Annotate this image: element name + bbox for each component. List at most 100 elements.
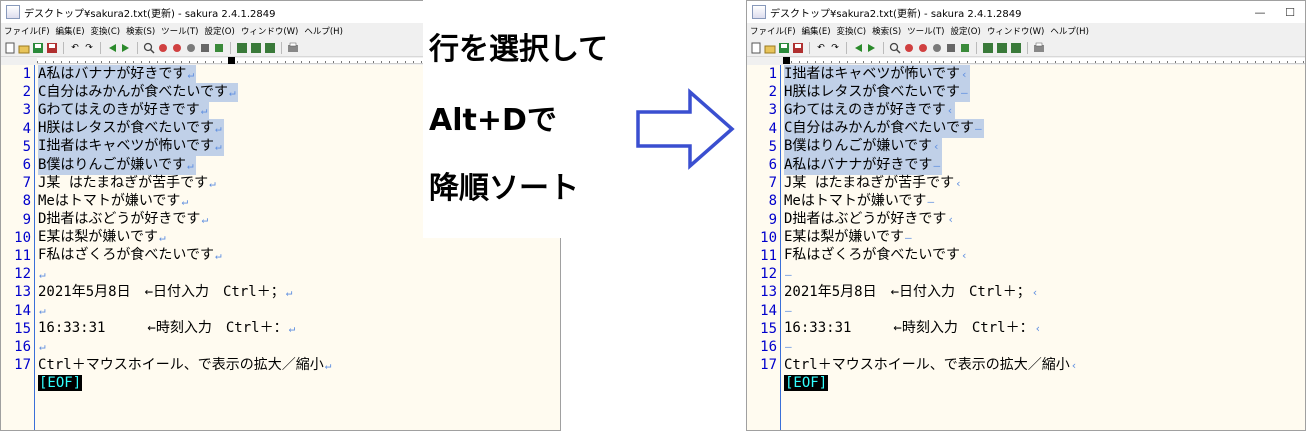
outline-icon[interactable]: [982, 42, 994, 54]
new-file-icon[interactable]: [4, 42, 16, 54]
grep-icon[interactable]: [199, 42, 211, 54]
line-text[interactable]: ↵: [38, 301, 48, 320]
menu-convert[interactable]: 変換(C): [91, 25, 121, 37]
line-text[interactable]: Ctrl＋マウスホイール、で表示の拡大／縮小‹: [784, 356, 1079, 375]
editor-line[interactable]: 13 2021年5月8日 ←日付入力 Ctrl＋；↵: [1, 283, 560, 301]
grep-icon[interactable]: [945, 42, 957, 54]
line-text[interactable]: A私はバナナが好きです↵: [38, 64, 197, 84]
line-text[interactable]: H朕はレタスが食べたいです–: [784, 82, 970, 102]
search-next-icon[interactable]: [917, 42, 929, 54]
text-editor-area[interactable]: 1 I拙者はキャベツが怖いです‹ 2 H朕はレタスが食べたいです– 3 Gわてはえのきが好…: [747, 64, 1305, 430]
menu-convert[interactable]: 変換(C): [837, 25, 867, 37]
line-text[interactable]: H朕はレタスが食べたいです↵: [38, 119, 224, 139]
print-icon[interactable]: [1033, 42, 1045, 54]
editor-line[interactable]: 6 A私はバナナが好きです–: [747, 155, 1305, 175]
line-text[interactable]: F私はざくろが食べたいです↵: [38, 246, 224, 265]
editor-line[interactable]: 16 ↵: [1, 338, 560, 356]
line-text[interactable]: –: [784, 301, 794, 320]
editor-line[interactable]: 12 ↵: [1, 265, 560, 283]
open-folder-icon[interactable]: [18, 42, 30, 54]
save-as-icon[interactable]: [792, 42, 804, 54]
line-text[interactable]: Ctrl＋マウスホイール、で表示の拡大／縮小↵: [38, 356, 333, 375]
print-icon[interactable]: [287, 42, 299, 54]
menu-window[interactable]: ウィンドウ(W): [241, 25, 299, 37]
search-icon[interactable]: [889, 42, 901, 54]
line-text[interactable]: D拙者はぶどうが好きです‹: [784, 210, 956, 229]
search-icon[interactable]: [143, 42, 155, 54]
editor-line[interactable]: 11 F私はざくろが食べたいです‹: [747, 247, 1305, 265]
search-prev-icon[interactable]: [157, 42, 169, 54]
menu-tools[interactable]: ツール(T): [161, 25, 198, 37]
line-text[interactable]: ↵: [38, 265, 48, 284]
editor-line[interactable]: 2 H朕はレタスが食べたいです–: [747, 82, 1305, 102]
replace-icon[interactable]: [185, 42, 197, 54]
minimize-icon[interactable]: —: [1245, 1, 1275, 23]
line-text[interactable]: I拙者はキャベツが怖いです‹: [784, 64, 970, 84]
tag-jump-icon[interactable]: [213, 42, 225, 54]
save-icon[interactable]: [32, 42, 44, 54]
line-text[interactable]: 16:33:31 ←時刻入力 Ctrl＋：↵: [38, 319, 297, 338]
editor-line[interactable]: 1 I拙者はキャベツが怖いです‹: [747, 64, 1305, 84]
undo-icon[interactable]: ↶: [69, 42, 81, 54]
line-text[interactable]: –: [784, 265, 794, 284]
compare-icon[interactable]: [996, 42, 1008, 54]
editor-line[interactable]: 16–: [747, 338, 1305, 356]
editor-line[interactable]: 9 D拙者はぶどうが好きです‹: [747, 211, 1305, 229]
editor-line[interactable]: 3 Gわてはえのきが好きです‹: [747, 100, 1305, 120]
editor-line[interactable]: 4 C自分はみかんが食べたいです–: [747, 119, 1305, 139]
menu-tools[interactable]: ツール(T): [907, 25, 944, 37]
line-text[interactable]: J某 はたまねぎが苦手です↵: [38, 174, 218, 193]
editor-line[interactable]: 11 F私はざくろが食べたいです↵: [1, 247, 560, 265]
menu-settings[interactable]: 設定(O): [204, 25, 234, 37]
menu-settings[interactable]: 設定(O): [950, 25, 980, 37]
line-text[interactable]: J某 はたまねぎが苦手です‹: [784, 174, 964, 193]
maximize-icon[interactable]: ☐: [1275, 1, 1305, 23]
menu-file[interactable]: ファイル(F): [750, 25, 796, 37]
editor-line[interactable]: 17 Ctrl＋マウスホイール、で表示の拡大／縮小↵: [1, 356, 560, 374]
undo-icon[interactable]: ↶: [815, 42, 827, 54]
line-text[interactable]: 2021年5月8日 ←日付入力 Ctrl＋；↵: [38, 283, 294, 302]
new-file-icon[interactable]: [750, 42, 762, 54]
search-next-icon[interactable]: [171, 42, 183, 54]
line-text[interactable]: A私はバナナが好きです–: [784, 155, 943, 175]
line-text[interactable]: ↵: [38, 337, 48, 356]
editor-line[interactable]: 14–: [747, 301, 1305, 319]
editor-line[interactable]: 10 E某は梨が嫌いです–: [747, 229, 1305, 247]
redo-icon[interactable]: ↷: [83, 42, 95, 54]
jump-back-icon[interactable]: [852, 42, 864, 54]
line-text[interactable]: 16:33:31 ←時刻入力 Ctrl＋：‹: [784, 319, 1043, 338]
editor-line[interactable]: 15 16:33:31 ←時刻入力 Ctrl＋：↵: [1, 320, 560, 338]
menu-help[interactable]: ヘルプ(H): [1050, 25, 1089, 37]
open-folder-icon[interactable]: [764, 42, 776, 54]
search-prev-icon[interactable]: [903, 42, 915, 54]
line-text[interactable]: D拙者はぶどうが好きです↵: [38, 210, 210, 229]
menu-search[interactable]: 検索(S): [126, 25, 155, 37]
line-text[interactable]: C自分はみかんが食べたいです–: [784, 119, 984, 139]
line-text[interactable]: B僕はりんごが嫌いです‹: [784, 137, 942, 157]
compare-icon[interactable]: [250, 42, 262, 54]
save-as-icon[interactable]: [46, 42, 58, 54]
line-text[interactable]: C自分はみかんが食べたいです↵: [38, 82, 238, 102]
line-text[interactable]: Gわてはえのきが好きです↵: [38, 100, 210, 120]
jump-back-icon[interactable]: [106, 42, 118, 54]
editor-line[interactable]: 5 B僕はりんごが嫌いです‹: [747, 137, 1305, 157]
settings-icon[interactable]: [264, 42, 276, 54]
editor-line[interactable]: 14 ↵: [1, 301, 560, 319]
editor-line[interactable]: 8 Meはトマトが嫌いです–: [747, 192, 1305, 210]
outline-icon[interactable]: [236, 42, 248, 54]
tag-jump-icon[interactable]: [959, 42, 971, 54]
menu-edit[interactable]: 編集(E): [802, 25, 831, 37]
settings-icon[interactable]: [1010, 42, 1022, 54]
editor-line[interactable]: 15 16:33:31 ←時刻入力 Ctrl＋：‹: [747, 320, 1305, 338]
editor-line[interactable]: 7 J某 はたまねぎが苦手です‹: [747, 174, 1305, 192]
jump-forward-icon[interactable]: [866, 42, 878, 54]
line-text[interactable]: E某は梨が嫌いです–: [784, 228, 914, 247]
line-text[interactable]: E某は梨が嫌いです↵: [38, 228, 168, 247]
line-text[interactable]: Meはトマトが嫌いです↵: [38, 192, 190, 211]
line-text[interactable]: I拙者はキャベツが怖いです↵: [38, 137, 224, 157]
line-text[interactable]: F私はざくろが食べたいです‹: [784, 246, 970, 265]
line-text[interactable]: Gわてはえのきが好きです‹: [784, 100, 956, 120]
menu-file[interactable]: ファイル(F): [4, 25, 50, 37]
menu-search[interactable]: 検索(S): [872, 25, 901, 37]
menu-help[interactable]: ヘルプ(H): [304, 25, 343, 37]
